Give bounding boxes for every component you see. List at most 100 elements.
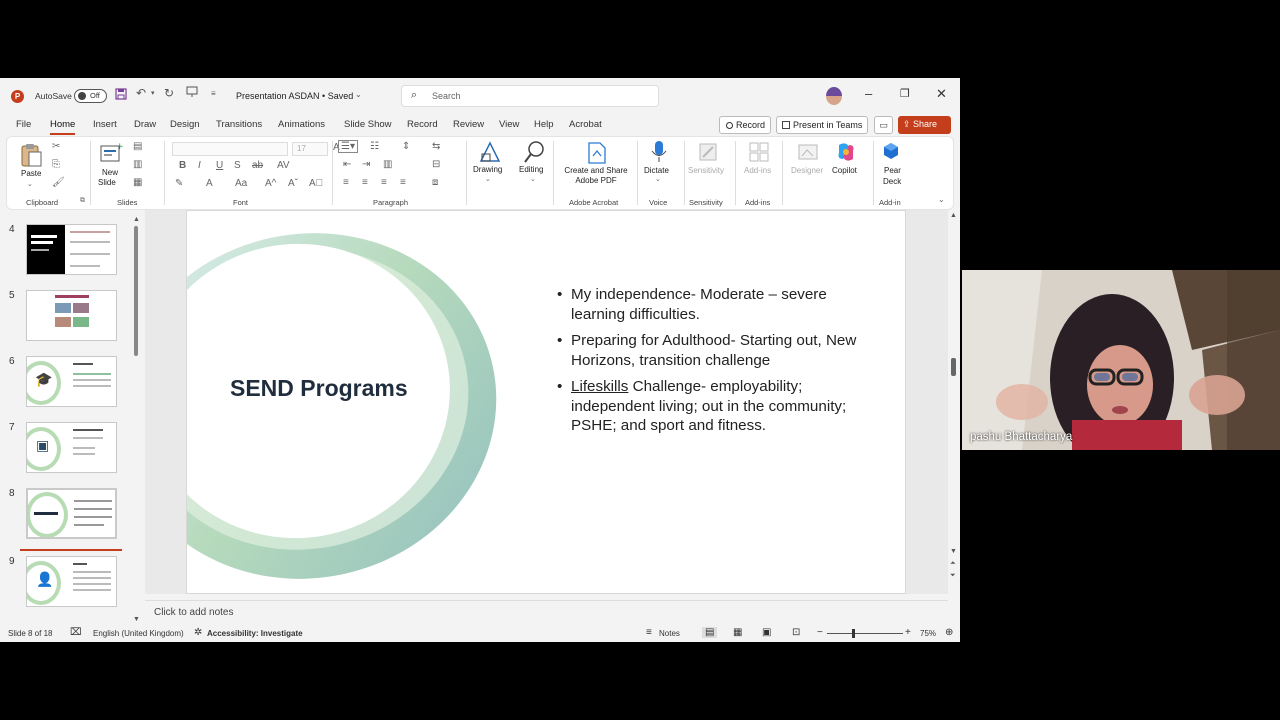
bullets-icon[interactable]: ☰▾: [338, 140, 358, 153]
scroll-down-icon[interactable]: ▼: [950, 548, 957, 555]
autosave-toggle[interactable]: Off: [74, 89, 107, 103]
numbering-icon[interactable]: ☷: [370, 141, 379, 152]
slide-show-icon[interactable]: ⊡: [792, 627, 800, 638]
sensitivity-label[interactable]: Sensitivity: [688, 166, 724, 176]
slide-thumbnail-4[interactable]: [26, 224, 117, 275]
undo-icon[interactable]: ↶: [136, 86, 146, 100]
tab-design[interactable]: Design: [170, 119, 200, 130]
grow-font-icon[interactable]: A^: [265, 178, 276, 189]
character-spacing-icon[interactable]: AV: [277, 160, 290, 171]
tab-transitions[interactable]: Transitions: [216, 119, 262, 130]
reading-view-icon[interactable]: ▣: [762, 627, 771, 638]
align-text-icon[interactable]: ⊟: [432, 159, 440, 170]
reset-icon[interactable]: ▥: [133, 159, 142, 170]
slide-sorter-icon[interactable]: ▦: [733, 627, 742, 638]
thumbnails-scrollbar[interactable]: [134, 226, 138, 356]
language-label[interactable]: English (United Kingdom): [93, 629, 184, 638]
slide-title[interactable]: SEND Programs: [230, 375, 408, 402]
zoom-slider[interactable]: [827, 633, 903, 634]
present-in-teams-button[interactable]: Present in Teams: [776, 116, 868, 134]
next-slide-icon[interactable]: ⏷: [950, 572, 956, 580]
tab-file[interactable]: File: [16, 119, 31, 130]
title-dropdown-icon[interactable]: ⌄: [355, 90, 362, 99]
slide-scrollbar[interactable]: ▲ ▼ ⏶ ⏷: [948, 210, 960, 594]
drawing-label[interactable]: Drawing: [473, 165, 502, 175]
align-left-icon[interactable]: ≡: [343, 177, 349, 188]
underline-icon[interactable]: U: [216, 160, 223, 171]
add-ins-label[interactable]: Add-ins: [744, 166, 771, 176]
scrollbar-thumb[interactable]: [951, 358, 956, 376]
sensitivity-icon[interactable]: [697, 141, 719, 168]
record-button[interactable]: Record: [719, 116, 771, 134]
align-center-icon[interactable]: ≡: [362, 177, 368, 188]
undo-dropdown-icon[interactable]: ▾: [151, 89, 155, 97]
drawing-dropdown-icon[interactable]: ⌄: [485, 175, 491, 183]
pear-deck-label-1[interactable]: Pear: [884, 166, 901, 176]
normal-view-icon[interactable]: ▤: [702, 627, 718, 638]
comments-button[interactable]: ▭: [874, 116, 893, 134]
paste-dropdown-icon[interactable]: ⌄: [27, 180, 33, 188]
save-icon[interactable]: [115, 88, 127, 103]
spelling-icon[interactable]: ⌧: [70, 627, 82, 638]
slide-thumbnail-6[interactable]: 🎓: [26, 356, 117, 407]
scroll-up-icon[interactable]: ▲: [133, 216, 140, 223]
tab-draw[interactable]: Draw: [134, 119, 156, 130]
tab-home[interactable]: Home: [50, 119, 76, 135]
shadow-icon[interactable]: S: [234, 160, 241, 171]
tab-view[interactable]: View: [499, 119, 519, 130]
zoom-out-icon[interactable]: −: [817, 627, 823, 638]
tab-insert[interactable]: Insert: [93, 119, 117, 130]
microphone-icon[interactable]: [651, 140, 667, 169]
tab-acrobat[interactable]: Acrobat: [569, 119, 602, 130]
collapse-ribbon-icon[interactable]: ⌄: [938, 195, 945, 204]
designer-icon[interactable]: [797, 141, 819, 168]
scroll-down-icon[interactable]: ▼: [133, 616, 140, 623]
copy-icon[interactable]: ⎘: [52, 159, 60, 170]
align-right-icon[interactable]: ≡: [381, 177, 387, 188]
shrink-font-icon[interactable]: Aˇ: [288, 178, 298, 189]
scroll-up-icon[interactable]: ▲: [950, 212, 957, 219]
new-slide-label-2[interactable]: Slide: [98, 178, 116, 188]
new-slide-label-1[interactable]: New: [102, 168, 118, 178]
font-size-field[interactable]: 17: [292, 142, 328, 156]
customize-toolbar-icon[interactable]: ≡: [211, 89, 216, 98]
font-name-field[interactable]: [172, 142, 288, 156]
accessibility-status[interactable]: Accessibility: Investigate: [207, 629, 303, 638]
decrease-indent-icon[interactable]: ⇤: [343, 159, 351, 170]
bold-icon[interactable]: B: [179, 160, 186, 171]
highlight-icon[interactable]: ✎: [175, 178, 183, 189]
tab-record[interactable]: Record: [407, 119, 438, 130]
tab-slide-show[interactable]: Slide Show: [344, 119, 392, 130]
search-input[interactable]: ⌕ Search: [401, 85, 659, 107]
copilot-icon[interactable]: [835, 141, 857, 168]
slide-thumbnail-9[interactable]: 👤: [26, 556, 117, 607]
zoom-level[interactable]: 75%: [920, 629, 936, 638]
designer-label[interactable]: Designer: [791, 166, 823, 176]
columns-icon[interactable]: ▥: [383, 159, 392, 170]
pear-deck-label-2[interactable]: Deck: [883, 177, 901, 187]
editing-label[interactable]: Editing: [519, 165, 543, 175]
redo-icon[interactable]: ↻: [164, 86, 174, 100]
format-painter-icon[interactable]: 🖌: [52, 177, 65, 188]
change-case-icon[interactable]: Aa: [235, 178, 247, 189]
clipboard-launcher-icon[interactable]: ⧉: [80, 197, 85, 205]
tab-help[interactable]: Help: [534, 119, 554, 130]
copilot-label[interactable]: Copilot: [832, 166, 857, 176]
paste-label[interactable]: Paste: [21, 169, 41, 179]
share-button[interactable]: ⇪ Share: [898, 116, 951, 134]
document-title[interactable]: Presentation ASDAN • Saved: [236, 91, 353, 101]
slide-bullet-list[interactable]: My independence- Moderate – severe learn…: [557, 285, 857, 443]
text-direction-icon[interactable]: ⇆: [432, 141, 440, 152]
font-color-icon[interactable]: A: [206, 178, 213, 189]
strikethrough-icon[interactable]: ab: [252, 160, 263, 171]
slide-thumbnail-5[interactable]: [26, 290, 117, 341]
tab-review[interactable]: Review: [453, 119, 484, 130]
section-icon[interactable]: ▦: [133, 177, 142, 188]
new-slide-icon[interactable]: +: [99, 142, 124, 169]
italic-icon[interactable]: I: [198, 160, 201, 171]
editing-dropdown-icon[interactable]: ⌄: [530, 175, 536, 183]
notes-button[interactable]: Notes: [659, 629, 680, 638]
increase-indent-icon[interactable]: ⇥: [362, 159, 370, 170]
justify-icon[interactable]: ≡: [400, 177, 406, 188]
smartart-icon[interactable]: ⧈: [432, 177, 438, 188]
